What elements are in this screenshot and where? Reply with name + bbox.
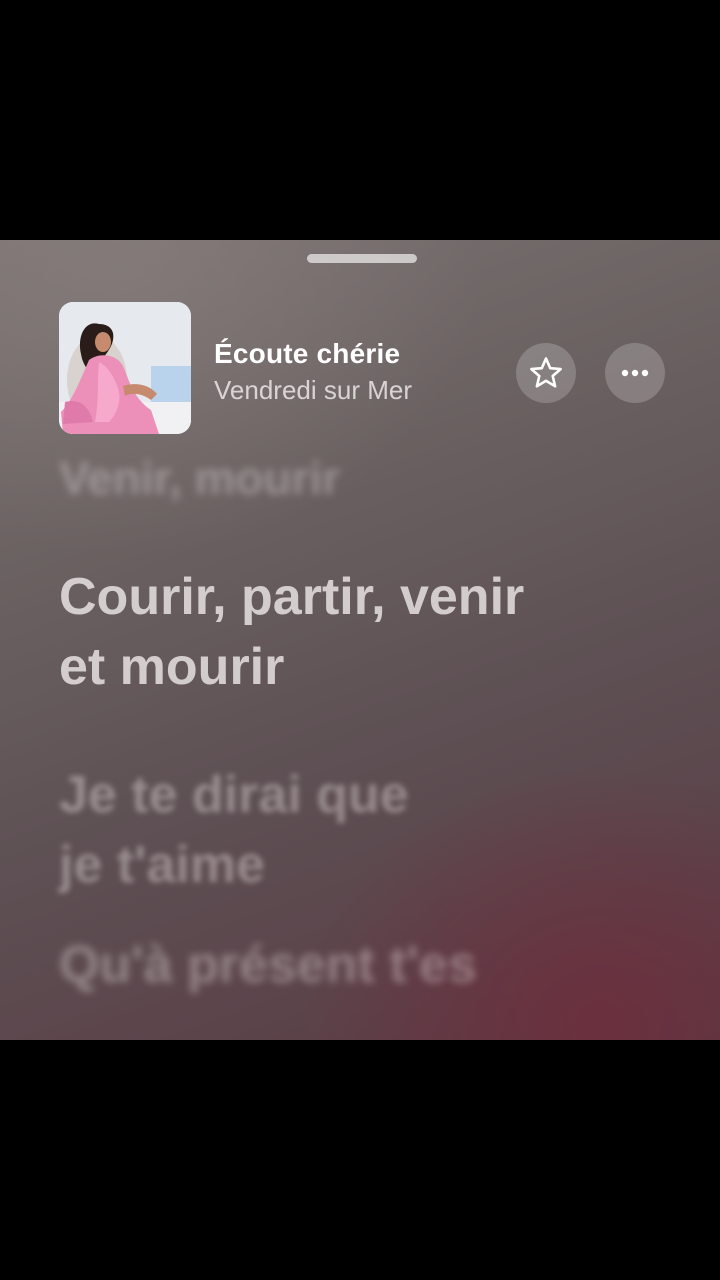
lyric-text: je t'aime	[59, 836, 266, 894]
lyric-text: Courir, partir, venir	[59, 568, 525, 626]
lyric-line-next[interactable]: Je te dirai que je t'aime	[59, 760, 679, 900]
lyric-text: et mourir	[59, 638, 285, 696]
lyric-text: Venir, mourir	[59, 452, 341, 504]
lyrics-list[interactable]: Venir, mourir Courir, partir, venir et m…	[0, 240, 720, 1040]
lyric-text: Je te dirai que	[59, 766, 409, 824]
lyrics-screen: Écoute chérie Vendredi sur Mer Venir, mo…	[0, 240, 720, 1040]
lyric-line-upcoming[interactable]: Qu'à présent t'es	[59, 930, 679, 1000]
lyric-line-previous[interactable]: Venir, mourir	[59, 448, 679, 508]
lyric-text: Qu'à présent t'es	[59, 936, 477, 994]
lyric-line-current[interactable]: Courir, partir, venir et mourir	[59, 562, 679, 702]
